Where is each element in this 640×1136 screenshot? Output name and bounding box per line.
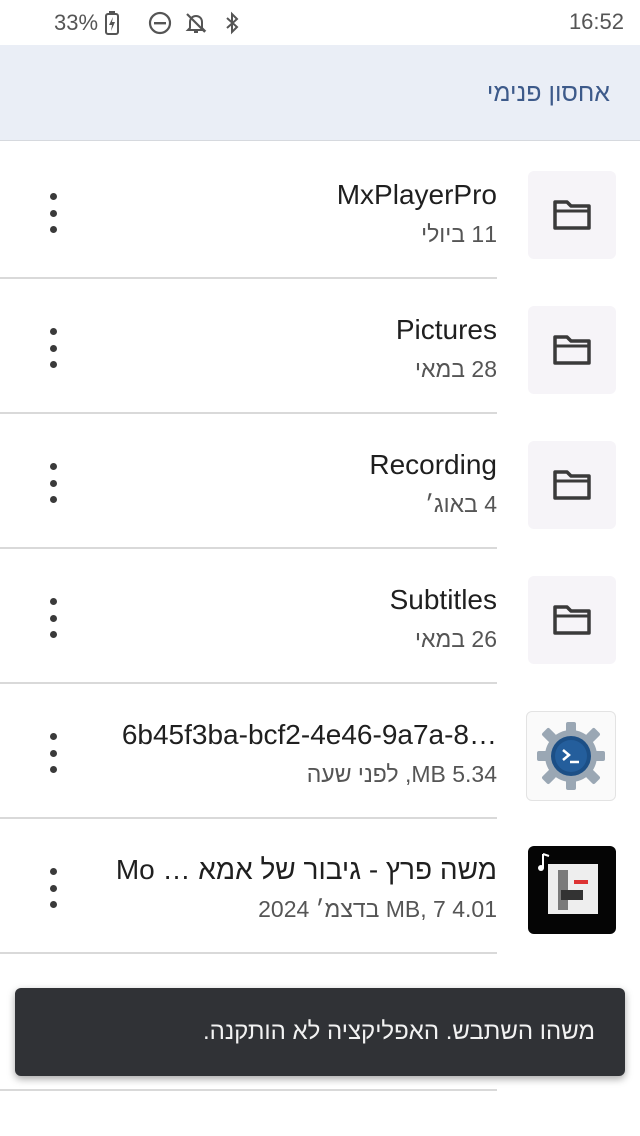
bluetooth-icon [220, 11, 242, 35]
item-title: Pictures [395, 314, 497, 345]
folder-icon [528, 441, 616, 529]
list-item[interactable]: 6b45f3ba-bcf2-4e46-9a7a-8… 5.34 MB, לפני… [0, 685, 640, 819]
item-title: 6b45f3ba-bcf2-4e46-9a7a-8… [121, 719, 497, 750]
divider [0, 682, 497, 684]
snackbar: משהו השתבש. האפליקציה לא הותקנה. [15, 988, 625, 1076]
item-subtitle: 5.34 MB, לפני שעה [306, 761, 497, 787]
divider [0, 277, 497, 279]
list-item[interactable]: Recording 4 באוג׳ [0, 415, 640, 549]
more-options-icon[interactable] [38, 868, 68, 908]
more-options-icon[interactable] [38, 193, 68, 233]
more-options-icon[interactable] [38, 328, 68, 368]
divider [0, 547, 497, 549]
settings-app-icon [526, 711, 616, 801]
do-not-disturb-icon [148, 11, 172, 35]
divider [0, 1089, 497, 1091]
list-item[interactable]: משה פרץ - גיבור של אמא … Mo 4.01 MB, 7 ב… [0, 820, 640, 954]
breadcrumb-internal-storage[interactable]: אחסון פנימי [487, 79, 610, 108]
item-subtitle: 11 ביולי [421, 221, 497, 247]
list-item[interactable]: MxPlayerPro 11 ביולי [0, 145, 640, 279]
notifications-off-icon [184, 11, 207, 35]
snackbar-message: משהו השתבש. האפליקציה לא הותקנה. [202, 1018, 595, 1045]
clock: 16:52 [568, 9, 624, 34]
status-bar: 33% 16:52 [0, 0, 640, 45]
more-options-icon[interactable] [38, 463, 68, 503]
app-bar: אחסון פנימי [0, 45, 640, 141]
battery-charging-icon [105, 11, 134, 35]
item-title: Subtitles [389, 584, 497, 615]
folder-icon [528, 306, 616, 394]
item-subtitle: 26 במאי [415, 626, 497, 652]
item-subtitle: 28 במאי [415, 356, 497, 382]
divider [0, 412, 497, 414]
item-subtitle: 4 באוג׳ [425, 491, 497, 517]
item-title: משה פרץ - גיבור של אמא … Mo [115, 854, 497, 885]
more-options-icon[interactable] [38, 598, 68, 638]
list-item[interactable]: Pictures 28 במאי [0, 280, 640, 414]
item-title: MxPlayerPro [336, 179, 497, 210]
list-item[interactable]: Subtitles 26 במאי [0, 550, 640, 684]
item-subtitle: 4.01 MB, 7 בדצמ׳ 2024 [258, 896, 497, 922]
divider [0, 817, 497, 819]
status-icons: 33% [54, 9, 242, 37]
more-options-icon[interactable] [38, 733, 68, 773]
divider [0, 952, 497, 954]
folder-icon [528, 171, 616, 259]
battery-percentage: 33% [54, 10, 99, 35]
folder-icon [528, 576, 616, 664]
audio-file-thumbnail [528, 846, 616, 934]
item-title: Recording [369, 449, 497, 480]
